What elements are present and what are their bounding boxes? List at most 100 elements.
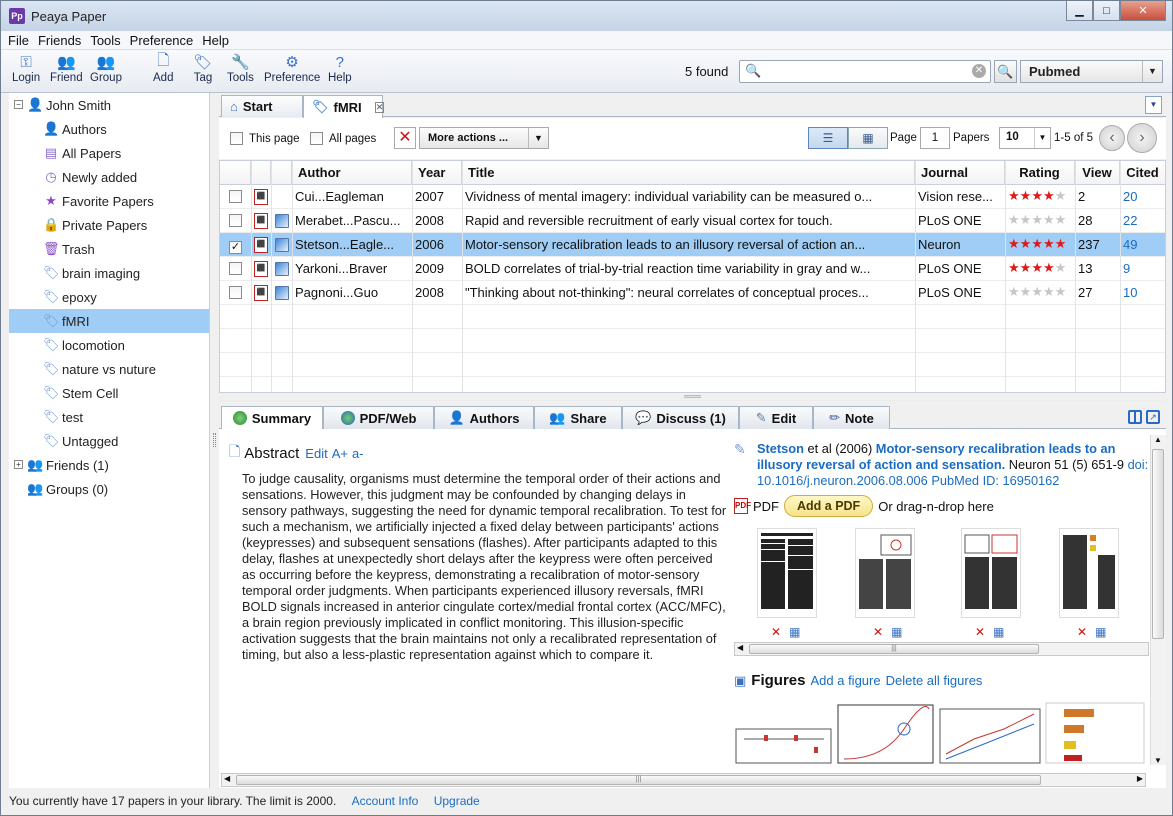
menu-help[interactable]: Help (202, 33, 229, 48)
menu-friends[interactable]: Friends (38, 33, 81, 48)
rating-star-icon[interactable]: ★ (1008, 188, 1020, 203)
rating-star-icon[interactable]: ★ (1008, 236, 1020, 251)
sidebar-groups[interactable]: 👥 Groups (0) (9, 477, 209, 501)
delete-button[interactable]: ✕ (394, 127, 416, 149)
grid-icon[interactable]: ▦ (789, 625, 800, 639)
tab-share[interactable]: 👥 Share (534, 406, 622, 429)
rating-star-icon[interactable]: ★ (1043, 188, 1055, 203)
grid-view-button[interactable]: ▦ (848, 127, 888, 149)
next-page-button[interactable]: › (1127, 123, 1157, 153)
scroll-left-icon[interactable]: ◀ (737, 643, 743, 652)
scroll-down-icon[interactable]: ▼ (1154, 756, 1162, 765)
rating-star-icon[interactable]: ★ (1020, 284, 1032, 299)
tab-summary[interactable]: Summary (221, 406, 323, 429)
sidebar-item-all-papers[interactable]: ▤ All Papers (9, 141, 209, 165)
edit-abstract-link[interactable]: Edit (305, 446, 327, 461)
sidebar-item-stem-cell[interactable]: 🏷 Stem Cell (9, 381, 209, 405)
add-figure-link[interactable]: Add a figure (810, 673, 880, 688)
account-info-link[interactable]: Account Info (352, 794, 419, 808)
delete-icon[interactable]: ✕ (1077, 625, 1087, 639)
header-web[interactable] (271, 161, 292, 185)
pdf-icon[interactable]: ⬛ (254, 213, 268, 229)
rating-star-icon[interactable]: ★ (1043, 284, 1055, 299)
table-row[interactable]: ⬛ Cui...Eagleman 2007 Vividness of mental i… (220, 185, 1165, 209)
header-select[interactable] (220, 161, 251, 185)
friend-button[interactable]: 👥 Friend (50, 52, 83, 84)
header-journal[interactable]: Journal (915, 161, 1005, 185)
table-row[interactable]: ✓ ⬛ Stetson...Eagle... 2006 Motor-sensory re… (220, 233, 1165, 257)
search-input[interactable] (760, 62, 970, 81)
table-row[interactable]: ⬛ Pagnoni...Guo 2008 "Thinking about not-th… (220, 281, 1165, 305)
scroll-left-icon[interactable]: ◀ (224, 774, 230, 783)
rating-cell[interactable]: ★★★★★ (1005, 281, 1075, 305)
tab-edit[interactable]: ✎ Edit (739, 406, 813, 429)
popout-icon[interactable]: ↗ (1146, 410, 1160, 424)
add-button[interactable]: 🗋 Add (153, 52, 173, 85)
all-pages-checkbox[interactable]: All pages (310, 132, 376, 145)
increase-font-link[interactable]: A+ (332, 446, 348, 461)
page-thumbnail[interactable] (1059, 528, 1119, 618)
sidebar-friends[interactable]: 👥 Friends (1) (9, 453, 209, 477)
web-link-icon[interactable] (274, 262, 289, 276)
page-thumbnail[interactable] (961, 528, 1021, 618)
delete-icon[interactable]: ✕ (771, 625, 781, 639)
prev-page-button[interactable]: ‹ (1099, 125, 1125, 151)
sidebar-item-locomotion[interactable]: 🏷 locomotion (9, 333, 209, 357)
rating-cell[interactable]: ★★★★★ (1005, 185, 1075, 209)
tab-note[interactable]: ✏ Note (813, 406, 890, 429)
delete-icon[interactable]: ✕ (873, 625, 883, 639)
rating-star-icon[interactable]: ★ (1043, 212, 1055, 227)
rating-star-icon[interactable]: ★ (1008, 212, 1020, 227)
add-pdf-button[interactable]: Add a PDF (784, 495, 874, 517)
sidebar-item-fmri[interactable]: 🏷 fMRI (9, 309, 209, 333)
page-thumbnail[interactable] (855, 528, 915, 618)
sidebar-item-nature-vs-nuture[interactable]: 🏷 nature vs nuture (9, 357, 209, 381)
sidebar-splitter[interactable] (210, 93, 219, 788)
rating-star-icon[interactable]: ★ (1020, 188, 1032, 203)
decrease-font-link[interactable]: a- (352, 446, 364, 461)
delete-figures-link[interactable]: Delete all figures (886, 673, 983, 688)
rating-star-icon[interactable]: ★ (1031, 284, 1043, 299)
header-rating[interactable]: Rating (1005, 161, 1075, 185)
rating-star-icon[interactable]: ★ (1008, 284, 1020, 299)
pdf-icon[interactable]: ⬛ (254, 237, 268, 253)
rating-star-icon[interactable]: ★ (1043, 236, 1055, 251)
scroll-right-icon[interactable]: ▶ (1137, 774, 1143, 783)
cited-cell[interactable]: 49 (1120, 233, 1165, 257)
pdf-icon[interactable]: ⬛ (254, 285, 268, 301)
rating-star-icon[interactable]: ★ (1055, 236, 1067, 251)
rating-star-icon[interactable]: ★ (1020, 212, 1032, 227)
database-select[interactable]: Pubmed ▼ (1020, 60, 1163, 83)
rating-cell[interactable]: ★★★★★ (1005, 257, 1075, 281)
rating-star-icon[interactable]: ★ (1043, 260, 1055, 275)
page-input[interactable]: 1 (920, 127, 950, 149)
search-box[interactable]: 🔍 ✕ (739, 60, 991, 83)
cited-cell[interactable]: 10 (1120, 281, 1165, 305)
row-checkbox[interactable] (229, 190, 242, 203)
tools-button[interactable]: 🔧 Tools (227, 52, 254, 84)
rating-cell[interactable]: ★★★★★ (1005, 209, 1075, 233)
maximize-button[interactable]: □ (1093, 1, 1120, 21)
rating-star-icon[interactable]: ★ (1031, 188, 1043, 203)
pdf-icon[interactable]: ⬛ (254, 189, 268, 205)
sidebar-item-newly-added[interactable]: ◷ Newly added (9, 165, 209, 189)
header-year[interactable]: Year (412, 161, 462, 185)
panel-splitter[interactable]: ═══ (219, 393, 1166, 403)
rating-star-icon[interactable]: ★ (1008, 260, 1020, 275)
help-button[interactable]: ? Help (328, 52, 352, 85)
tab-discuss[interactable]: 💬 Discuss (1) (622, 406, 739, 429)
rating-star-icon[interactable]: ★ (1055, 284, 1067, 299)
scroll-up-icon[interactable]: ▲ (1154, 435, 1162, 444)
papers-per-page-select[interactable]: 10 ▼ (999, 127, 1051, 149)
group-button[interactable]: 👥 Group (90, 52, 122, 84)
search-button[interactable]: 🔍 (994, 60, 1017, 83)
delete-icon[interactable]: ✕ (975, 625, 985, 639)
sidebar-item-favorite-papers[interactable]: ★ Favorite Papers (9, 189, 209, 213)
row-checkbox[interactable] (229, 214, 242, 227)
grid-icon[interactable]: ▦ (891, 625, 902, 639)
rating-cell[interactable]: ★★★★★ (1005, 233, 1075, 257)
web-link-icon[interactable] (274, 286, 289, 300)
this-page-checkbox[interactable]: This page (230, 132, 300, 145)
tab-pdf-web[interactable]: PDF/Web (323, 406, 434, 429)
rating-star-icon[interactable]: ★ (1020, 260, 1032, 275)
